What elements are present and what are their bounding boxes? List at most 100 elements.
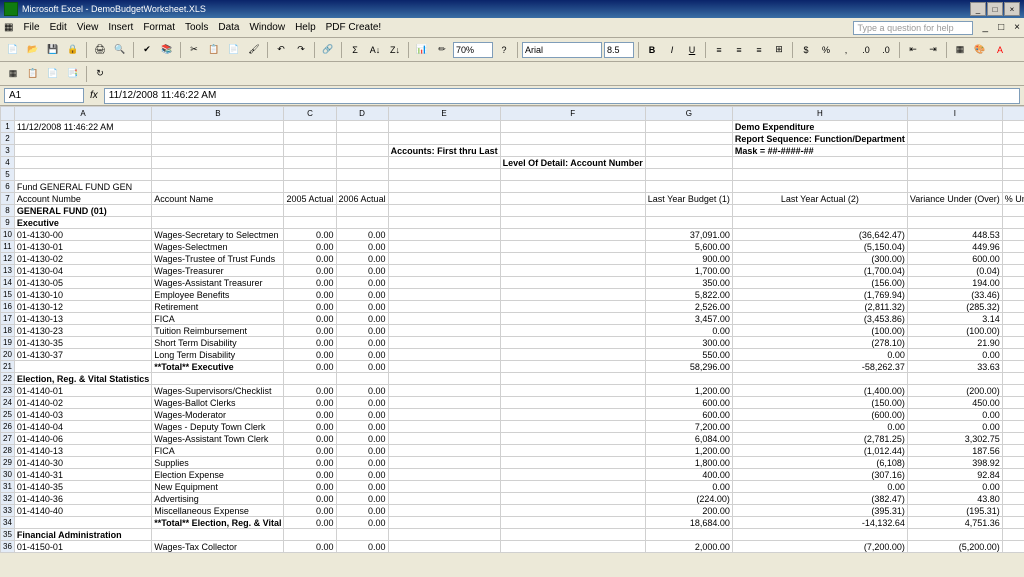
spreadsheet-grid[interactable]: ABCDEFGHIJKLMNOPQRSTUV111/12/2008 11:46:… xyxy=(0,106,1024,553)
cell[interactable]: 0.00 xyxy=(284,229,336,241)
doc-minimize-icon[interactable]: _ xyxy=(983,22,989,33)
row-header[interactable]: 25 xyxy=(1,409,15,421)
cell[interactable]: 01-4140-01 xyxy=(14,385,151,397)
cell[interactable] xyxy=(645,169,732,181)
cell[interactable] xyxy=(388,553,500,554)
cell[interactable] xyxy=(388,373,500,385)
cell[interactable]: 0.00 xyxy=(336,409,388,421)
col-header[interactable]: I xyxy=(907,107,1002,121)
menu-view[interactable]: View xyxy=(77,22,99,33)
cell[interactable]: 163.17 xyxy=(1002,517,1024,529)
cell[interactable]: 0.00 xyxy=(336,553,388,554)
cell[interactable] xyxy=(907,157,1002,169)
row-header[interactable]: 28 xyxy=(1,445,15,457)
cell[interactable] xyxy=(152,145,284,157)
menu-edit[interactable]: Edit xyxy=(50,22,67,33)
cell[interactable]: 58,296.00 xyxy=(645,361,732,373)
copy-icon[interactable]: 📋 xyxy=(205,41,223,59)
cell[interactable]: Election Expense xyxy=(152,469,284,481)
cell[interactable]: (300.00) xyxy=(732,253,907,265)
cell[interactable] xyxy=(388,325,500,337)
row-header[interactable]: 4 xyxy=(1,157,15,169)
cell[interactable] xyxy=(152,205,284,217)
cell[interactable] xyxy=(388,397,500,409)
cell[interactable]: 0.00 xyxy=(284,265,336,277)
cell[interactable]: 0.00 xyxy=(907,349,1002,361)
chart-icon[interactable]: 📊 xyxy=(413,41,431,59)
col-header[interactable]: E xyxy=(388,107,500,121)
cell[interactable]: (7,200.00) xyxy=(732,541,907,553)
cell[interactable]: Wages-Tax Collector xyxy=(152,541,284,553)
cell[interactable]: (1,862.02) xyxy=(1002,289,1024,301)
redo-icon[interactable]: ↷ xyxy=(292,41,310,59)
cell[interactable]: 2,000.00 xyxy=(645,541,732,553)
cell[interactable]: 01-4140-31 xyxy=(14,469,151,481)
col-header[interactable]: G xyxy=(645,107,732,121)
cell[interactable]: 0.00 xyxy=(284,433,336,445)
print-preview-icon[interactable]: 🔍 xyxy=(111,41,129,59)
cell[interactable] xyxy=(500,421,645,433)
cell[interactable]: 01-4140-36 xyxy=(14,493,151,505)
cell[interactable]: 01-4140-06 xyxy=(14,433,151,445)
cell[interactable]: (224.00) xyxy=(645,493,732,505)
cell[interactable] xyxy=(388,361,500,373)
cell[interactable] xyxy=(500,481,645,493)
cell[interactable]: 0.00 xyxy=(284,385,336,397)
cell[interactable]: 0.00 xyxy=(1002,493,1024,505)
cell[interactable]: Variance Under (Over) xyxy=(907,193,1002,205)
cell[interactable] xyxy=(907,529,1002,541)
sec-icon-3[interactable]: 📄 xyxy=(44,65,62,83)
cell[interactable] xyxy=(388,253,500,265)
cell[interactable] xyxy=(500,205,645,217)
cell[interactable]: 600.00 xyxy=(645,409,732,421)
cell[interactable] xyxy=(388,493,500,505)
cell[interactable]: 0.00 xyxy=(284,313,336,325)
increase-indent-icon[interactable]: ⇥ xyxy=(924,41,942,59)
cell[interactable]: Tuition Reimbursement xyxy=(152,325,284,337)
col-header[interactable]: H xyxy=(732,107,907,121)
cell[interactable] xyxy=(1002,181,1024,193)
cell[interactable] xyxy=(1002,145,1024,157)
cell[interactable]: 0.00 xyxy=(1002,481,1024,493)
cell[interactable] xyxy=(1002,133,1024,145)
cell[interactable] xyxy=(500,385,645,397)
cell[interactable]: 448.53 xyxy=(907,229,1002,241)
row-header[interactable]: 26 xyxy=(1,421,15,433)
cell[interactable]: (1,400.00) xyxy=(732,385,907,397)
cell[interactable]: 0.00 xyxy=(284,301,336,313)
print-icon[interactable]: 🖨 xyxy=(91,41,109,59)
cell[interactable] xyxy=(500,541,645,553)
sec-icon-2[interactable]: 📋 xyxy=(24,65,42,83)
cell[interactable]: 7,200.00 xyxy=(645,421,732,433)
cell[interactable]: 0.00 xyxy=(336,397,388,409)
cell[interactable]: (2,811.32) xyxy=(732,301,907,313)
cell[interactable]: 0.00 xyxy=(336,505,388,517)
cell[interactable]: 5,600.00 xyxy=(645,241,732,253)
row-header[interactable]: 5 xyxy=(1,169,15,181)
cell[interactable]: 01-4140-40 xyxy=(14,505,151,517)
cell[interactable] xyxy=(388,433,500,445)
col-header[interactable]: A xyxy=(14,107,151,121)
cell[interactable] xyxy=(152,373,284,385)
cell[interactable]: 0.00 xyxy=(336,349,388,361)
cell[interactable]: 900.00 xyxy=(645,253,732,265)
help-icon[interactable]: ? xyxy=(495,41,513,59)
cell[interactable]: Short Term Disability xyxy=(152,337,284,349)
cell[interactable]: 1,800.00 xyxy=(645,457,732,469)
cell[interactable] xyxy=(388,205,500,217)
cell[interactable] xyxy=(336,217,388,229)
cell[interactable] xyxy=(284,205,336,217)
cell[interactable]: 400.00 xyxy=(645,469,732,481)
cell[interactable] xyxy=(152,217,284,229)
cell[interactable] xyxy=(388,529,500,541)
cell[interactable]: 0.00 xyxy=(284,481,336,493)
row-header[interactable]: 14 xyxy=(1,277,15,289)
menu-pdf[interactable]: PDF Create! xyxy=(326,22,382,33)
row-header[interactable]: 15 xyxy=(1,289,15,301)
col-header[interactable]: C xyxy=(284,107,336,121)
cell[interactable]: 34,070.00 xyxy=(645,553,732,554)
cell[interactable] xyxy=(284,169,336,181)
menu-format[interactable]: Format xyxy=(143,22,175,33)
cell[interactable] xyxy=(336,205,388,217)
cell[interactable] xyxy=(388,289,500,301)
